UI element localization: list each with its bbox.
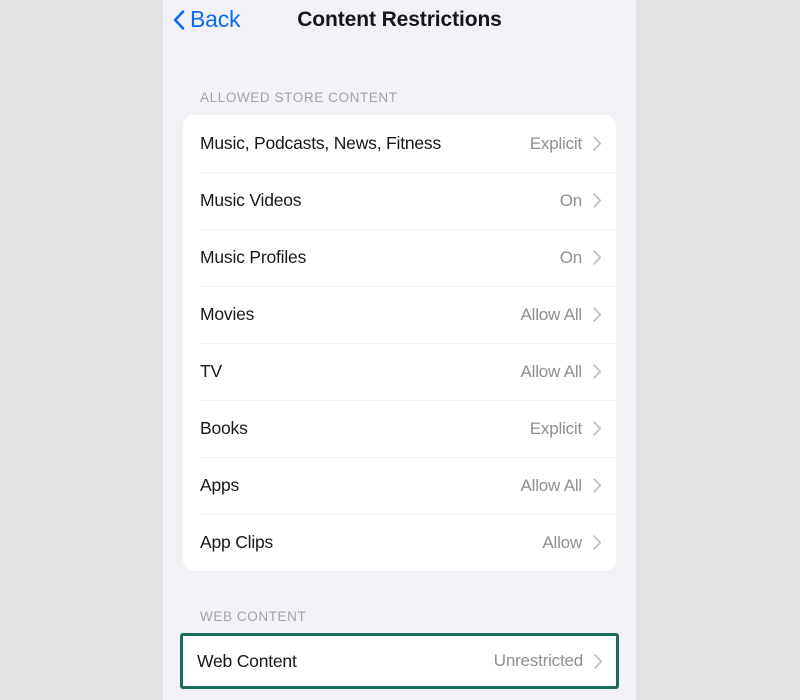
section-header-web-content: WEB CONTENT xyxy=(200,609,307,624)
chevron-right-icon xyxy=(593,478,602,493)
settings-row[interactable]: Music Profiles On xyxy=(183,229,616,286)
settings-row-accessory: Allow All xyxy=(520,476,602,496)
settings-row[interactable]: TV Allow All xyxy=(183,343,616,400)
settings-row-value: On xyxy=(559,190,582,210)
settings-row-value: Explicit xyxy=(529,418,582,438)
settings-row[interactable]: Movies Allow All xyxy=(183,286,616,343)
section-header-allowed-store-content: ALLOWED STORE CONTENT xyxy=(200,90,398,105)
chevron-right-icon xyxy=(593,307,602,322)
settings-row-accessory: On xyxy=(560,248,602,268)
settings-row-accessory: Explicit xyxy=(530,134,602,154)
settings-row[interactable]: App Clips Allow xyxy=(183,514,616,571)
settings-row[interactable]: Books Explicit xyxy=(183,400,616,457)
settings-row-label: Movies xyxy=(200,304,255,324)
settings-sections: ALLOWED STORE CONTENT Music, Podcasts, Ne… xyxy=(163,90,636,689)
settings-row-label: App Clips xyxy=(200,532,274,552)
settings-row-accessory: Allow xyxy=(542,533,602,553)
settings-row-label: Music Videos xyxy=(200,190,302,210)
settings-row-value: Allow All xyxy=(520,361,582,381)
settings-card-web-content: Web Content Unrestricted xyxy=(180,633,619,689)
screenshot-canvas: Back Content Restrictions ALLOWED STORE … xyxy=(0,0,800,700)
settings-row-label: Apps xyxy=(200,475,240,495)
settings-row-value: Allow All xyxy=(520,475,582,495)
page-title: Content Restrictions xyxy=(297,8,502,31)
chevron-right-icon xyxy=(593,136,602,151)
settings-row-accessory: Allow All xyxy=(520,305,602,325)
chevron-right-icon xyxy=(594,653,603,669)
settings-row[interactable]: Music, Podcasts, News, Fitness Explicit xyxy=(183,115,616,172)
chevron-right-icon xyxy=(593,364,602,379)
settings-row-accessory: Explicit xyxy=(530,419,602,439)
settings-row-value: Unrestricted xyxy=(493,651,583,670)
settings-row-value: Allow All xyxy=(520,304,582,324)
phone-screen: Back Content Restrictions ALLOWED STORE … xyxy=(163,0,636,700)
settings-row-accessory: Unrestricted xyxy=(494,651,603,671)
navigation-bar: Back Content Restrictions xyxy=(163,0,636,58)
settings-row-label: TV xyxy=(200,361,222,381)
settings-row-value: Explicit xyxy=(529,133,582,153)
chevron-right-icon xyxy=(593,535,602,550)
settings-row-accessory: On xyxy=(560,191,602,211)
settings-row[interactable]: Apps Allow All xyxy=(183,457,616,514)
settings-row-value: On xyxy=(559,247,582,267)
settings-row-label: Music Profiles xyxy=(200,247,307,267)
settings-row-label: Music, Podcasts, News, Fitness xyxy=(200,133,442,153)
chevron-right-icon xyxy=(593,250,602,265)
settings-row[interactable]: Web Content Unrestricted xyxy=(183,636,616,686)
chevron-right-icon xyxy=(593,193,602,208)
settings-row-label: Web Content xyxy=(197,650,297,671)
settings-row[interactable]: Music Videos On xyxy=(183,172,616,229)
settings-row-accessory: Allow All xyxy=(520,362,602,382)
settings-row-label: Books xyxy=(200,418,248,438)
chevron-right-icon xyxy=(593,421,602,436)
settings-card-allowed-store-content: Music, Podcasts, News, Fitness Explicit Mu… xyxy=(183,115,616,571)
settings-row-value: Allow xyxy=(542,532,582,552)
